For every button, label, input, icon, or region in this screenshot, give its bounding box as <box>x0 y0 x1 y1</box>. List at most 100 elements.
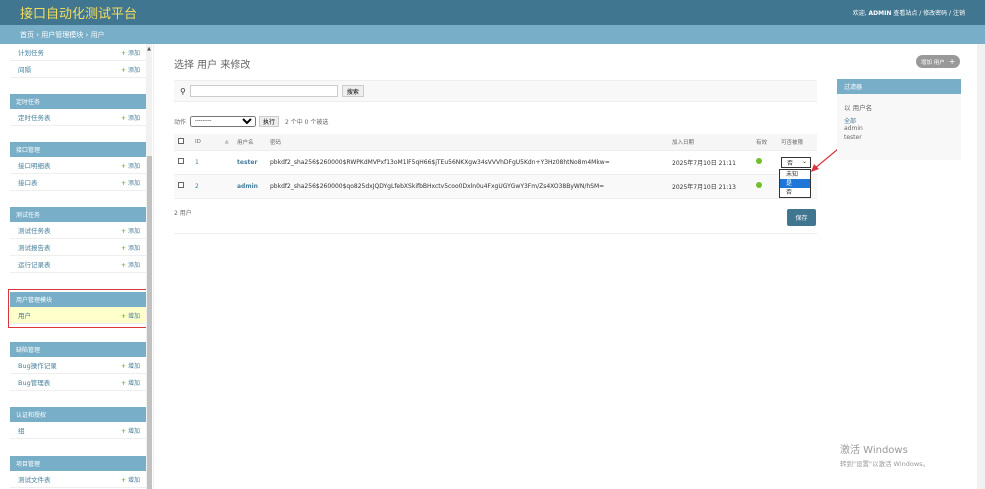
model-row[interactable]: 定时任务表 + 添加 <box>10 109 146 126</box>
select-all-cell[interactable] <box>174 134 191 151</box>
page-scrollbar[interactable] <box>977 44 985 489</box>
plus-icon: + <box>120 362 126 370</box>
add-link[interactable]: + 添加 <box>121 243 140 252</box>
module-auth: 认证和授权 组 + 增加 <box>10 407 146 439</box>
add-link[interactable]: + 增加 <box>121 378 140 387</box>
actions-select[interactable]: --------- <box>190 115 257 127</box>
model-link[interactable]: 计划任务 <box>18 47 44 57</box>
add-link[interactable]: + 添加 <box>121 48 140 57</box>
cell-id[interactable]: 2 <box>191 174 233 199</box>
nav-sidebar: 计划任务 + 添加 间隔 + 添加 定时任务 定时任务表 + 添加 接口管理 接口明细… <box>0 44 154 489</box>
username: ADMIN <box>868 10 892 17</box>
column-header-username[interactable]: 用户名 <box>233 134 266 151</box>
plus-icon: + <box>120 49 126 57</box>
dropdown-option[interactable]: 未知 <box>780 170 810 179</box>
add-link[interactable]: + 增加 <box>121 475 140 484</box>
model-row[interactable]: 测试文件表 + 增加 <box>10 471 146 488</box>
breadcrumb-module[interactable]: 用户管理模块 <box>41 30 83 40</box>
model-row[interactable]: 组 + 增加 <box>10 422 146 439</box>
cell-username[interactable]: admin <box>233 174 266 199</box>
model-row[interactable]: 测试任务表 + 添加 <box>10 222 146 239</box>
model-row[interactable]: 计划任务 + 添加 <box>10 44 146 61</box>
model-row[interactable]: Bug管理表 + 增加 <box>10 374 146 391</box>
model-row[interactable]: 运行记录表 + 添加 <box>10 256 146 273</box>
module-api-management: 接口管理 接口明细表 + 添加 接口表 + 添加 <box>10 142 146 191</box>
add-link[interactable]: + 添加 <box>121 113 140 122</box>
save-button[interactable]: 保存 <box>787 209 816 226</box>
cell-id[interactable]: 1 <box>191 150 233 175</box>
add-link[interactable]: + 添加 <box>121 260 140 269</box>
model-row[interactable]: 接口表 + 添加 <box>10 174 146 191</box>
column-header-active[interactable]: 有效 <box>752 134 777 151</box>
model-link[interactable]: 接口表 <box>18 177 38 187</box>
plus-icon: + <box>120 476 126 484</box>
module-test-tasks: 测试任务 测试任务表 + 添加 测试报告表 + 添加 运行记录表 + 添加 <box>10 207 146 273</box>
module-caption[interactable]: 定时任务 <box>10 94 146 109</box>
result-count: 2 用户 <box>174 210 192 217</box>
row-checkbox-cell[interactable] <box>174 174 191 199</box>
check-icon <box>756 182 762 188</box>
scroll-up-arrow-icon[interactable]: ▲ <box>147 46 151 52</box>
add-link[interactable]: + 增加 <box>121 426 140 435</box>
column-header-id[interactable]: ID ▲ <box>191 134 233 151</box>
search-input[interactable] <box>189 85 338 97</box>
module-caption[interactable]: 缺陷管理 <box>10 342 146 357</box>
table-row: 2 admin pbkdf2_sha256$260000$qo825dxJQDY… <box>174 174 817 199</box>
row-checkbox[interactable] <box>178 182 184 188</box>
model-link[interactable]: 组 <box>18 425 25 435</box>
cell-date-joined: 2025年7月10日 21:11 <box>668 150 752 175</box>
run-action-button[interactable]: 执行 <box>259 115 280 127</box>
filter-option-admin[interactable]: admin <box>844 125 961 134</box>
search-button[interactable]: 搜索 <box>341 85 364 97</box>
model-row[interactable]: Bug操作记录 + 增加 <box>10 357 146 374</box>
breadcrumb-sep: › <box>36 30 40 39</box>
add-link[interactable]: + 增加 <box>121 361 140 370</box>
add-link[interactable]: + 添加 <box>121 161 140 170</box>
module-caption[interactable]: 认证和授权 <box>10 407 146 422</box>
model-row[interactable]: 测试报告表 + 添加 <box>10 239 146 256</box>
module-caption[interactable]: 接口管理 <box>10 142 146 157</box>
model-link[interactable]: Bug管理表 <box>18 377 50 387</box>
add-link[interactable]: + 添加 <box>121 178 140 187</box>
restricted-select[interactable]: 否 ⌄ <box>781 156 811 168</box>
user-links[interactable]: 查看站点 / 修改密码 / 注销 <box>893 10 965 17</box>
filter-option-all[interactable]: 全部 <box>844 116 961 125</box>
add-link[interactable]: + 添加 <box>121 65 140 74</box>
selection-counter: 2 个中 0 个被选 <box>285 118 329 126</box>
model-link[interactable]: 定时任务表 <box>18 112 51 122</box>
module-caption[interactable]: 项目管理 <box>10 456 146 471</box>
model-link[interactable]: Bug操作记录 <box>18 360 57 370</box>
model-link[interactable]: 测试文件表 <box>18 474 51 484</box>
restricted-dropdown-list: 未知 是 否 <box>779 169 811 198</box>
model-link[interactable]: 接口明细表 <box>18 160 51 170</box>
row-checkbox-cell[interactable] <box>174 150 191 175</box>
user-tools: 欢迎, ADMIN 查看站点 / 修改密码 / 注销 <box>853 8 965 17</box>
check-icon <box>756 158 762 164</box>
sort-arrow-icon[interactable]: ▲ <box>225 139 229 145</box>
model-link[interactable]: 运行记录表 <box>18 259 51 269</box>
row-checkbox[interactable] <box>178 158 184 164</box>
module-project-management: 项目管理 测试文件表 + 增加 <box>10 456 146 488</box>
filter-option-tester[interactable]: tester <box>844 134 961 143</box>
column-header-date-joined[interactable]: 加入日期 <box>668 134 752 151</box>
cell-username[interactable]: tester <box>233 150 266 175</box>
model-row[interactable]: 间隔 + 添加 <box>10 61 146 78</box>
breadcrumb: 首页 › 用户管理模块 › 用户 <box>0 25 985 44</box>
actions-bar: 动作 --------- 执行 2 个中 0 个被选 <box>174 113 328 129</box>
breadcrumb-home[interactable]: 首页 <box>20 30 34 40</box>
filter-panel: 过滤器 以 用户名 全部 admin tester <box>837 79 961 160</box>
model-link[interactable]: 测试报告表 <box>18 242 51 252</box>
dropdown-option[interactable]: 否 <box>780 188 810 197</box>
sidebar-scrollbar-thumb[interactable] <box>147 156 152 489</box>
module-caption[interactable]: 测试任务 <box>10 207 146 222</box>
model-link[interactable]: 测试任务表 <box>18 225 51 235</box>
dropdown-option-highlighted[interactable]: 是 <box>780 179 810 188</box>
site-brand[interactable]: 接口自动化测试平台 <box>20 3 137 22</box>
select-all-checkbox[interactable] <box>178 137 184 144</box>
model-link[interactable]: 间隔 <box>18 64 31 74</box>
add-user-button[interactable]: 增加 用户 + <box>916 55 961 68</box>
add-link[interactable]: + 添加 <box>121 226 140 235</box>
actions-label: 动作 <box>174 118 187 126</box>
column-header-password[interactable]: 密码 <box>266 134 668 151</box>
model-row[interactable]: 接口明细表 + 添加 <box>10 157 146 174</box>
